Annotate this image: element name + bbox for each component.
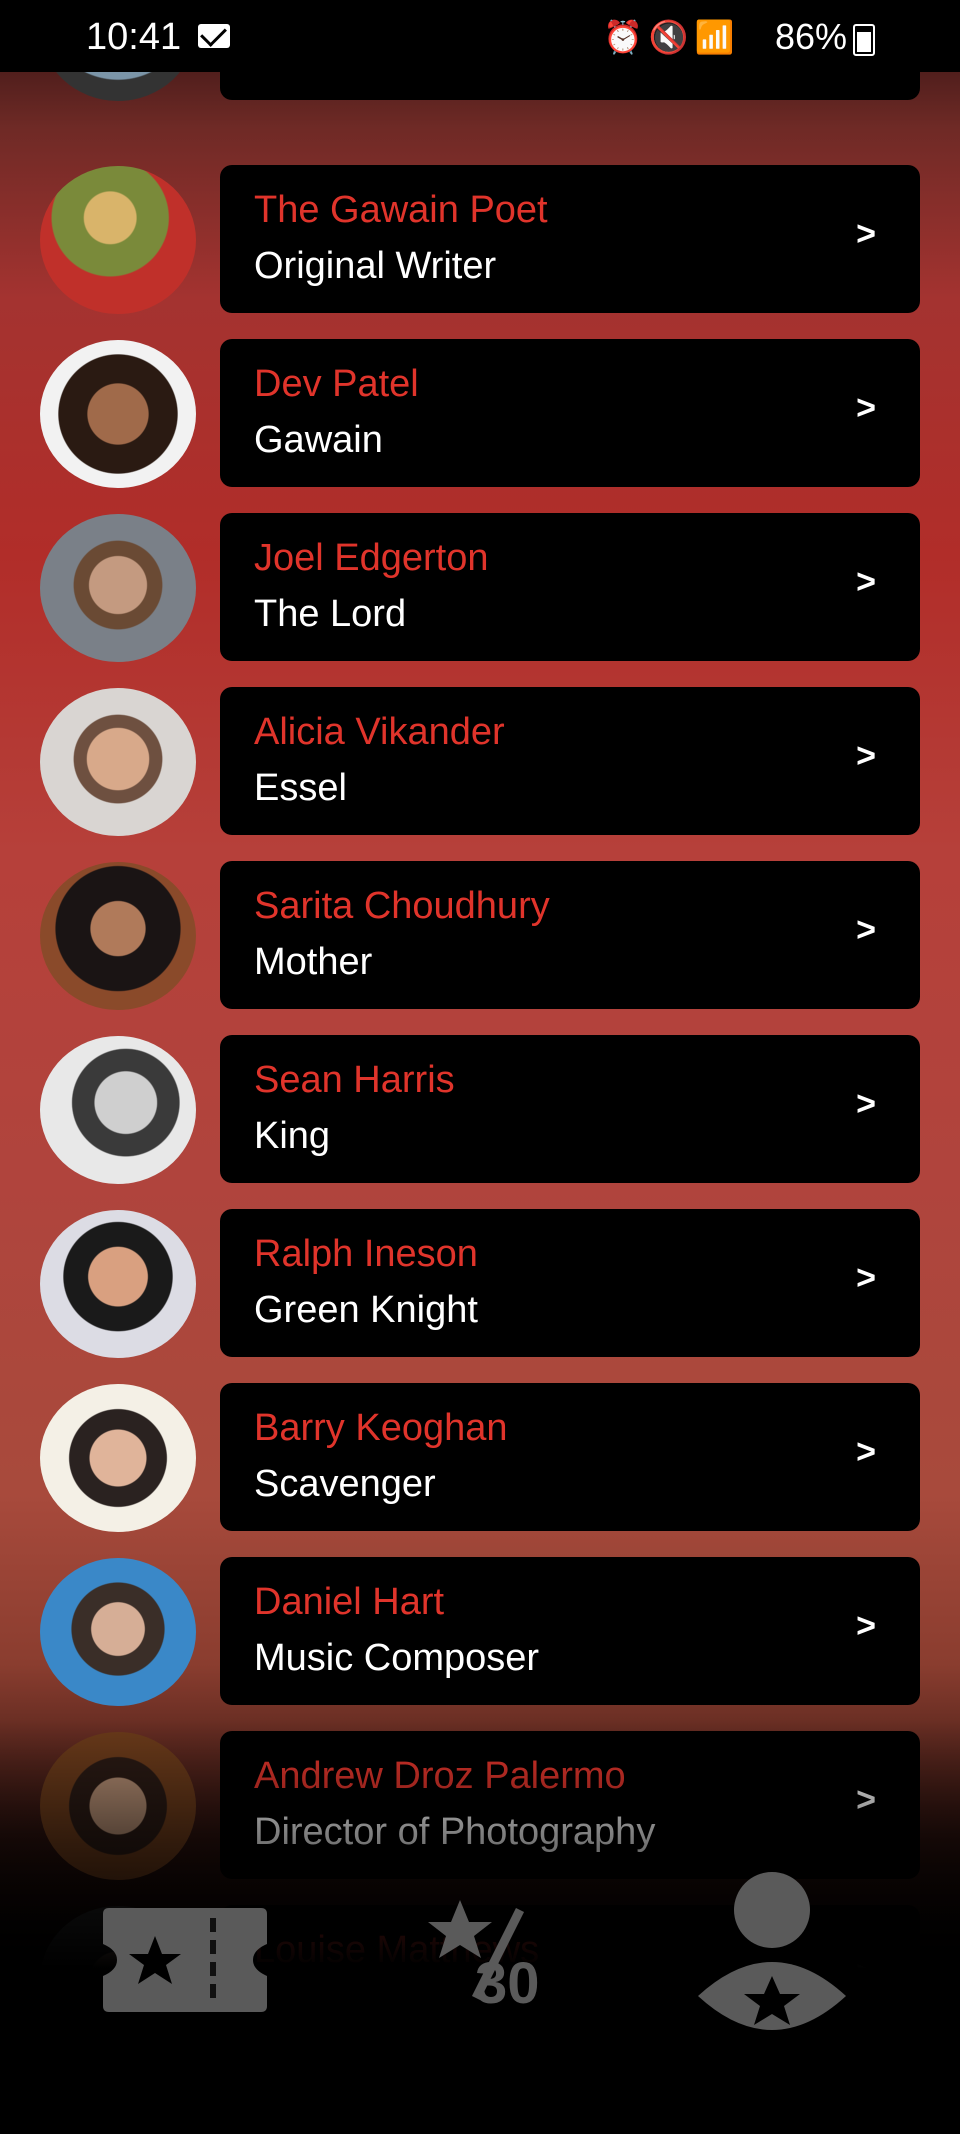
status-icons: ⏰🔇📶 <box>603 19 741 55</box>
chevron-right-icon: > <box>856 1259 876 1297</box>
chevron-right-icon: > <box>856 911 876 949</box>
person-role: Essel <box>254 767 347 809</box>
credit-card[interactable]: Daniel Hart Music Composer > <box>220 1557 920 1705</box>
credit-row[interactable]: Sean Harris King > <box>0 1035 960 1185</box>
credit-card[interactable]: Andrew Droz Palermo Director of Photogra… <box>220 1731 920 1879</box>
person-name: Alicia Vikander <box>254 711 505 753</box>
credit-row[interactable]: Andrew Droz Palermo Director of Photogra… <box>0 1731 960 1881</box>
credit-row[interactable]: Sarita Choudhury Mother > <box>0 861 960 1011</box>
credit-row[interactable]: Daniel Hart Music Composer > <box>0 1557 960 1707</box>
credit-row[interactable]: Joel Edgerton The Lord > <box>0 513 960 663</box>
tab-profile[interactable] <box>670 1860 910 2040</box>
person-role: Director of Photography <box>254 1811 656 1853</box>
credit-card[interactable]: Joel Edgerton The Lord > <box>220 513 920 661</box>
tab-watchlist[interactable] <box>90 1860 330 2040</box>
avatar <box>40 1732 196 1880</box>
person-role: Green Knight <box>254 1289 478 1331</box>
credit-card[interactable]: Sarita Choudhury Mother > <box>220 861 920 1009</box>
person-name: Daniel Hart <box>254 1581 445 1623</box>
avatar <box>40 1036 196 1184</box>
status-time: 10:41 <box>86 16 182 58</box>
credit-card[interactable]: Dev Patel Gawain > <box>220 339 920 487</box>
chevron-right-icon: > <box>856 563 876 601</box>
person-name: Joel Edgerton <box>254 537 489 579</box>
person-role: Music Composer <box>254 1637 540 1679</box>
person-name: Sean Harris <box>254 1059 455 1101</box>
mail-icon <box>198 24 230 48</box>
person-name: Sarita Choudhury <box>254 885 550 927</box>
status-bar: 10:41 ⏰🔇📶 86% <box>0 0 960 72</box>
credit-card[interactable]: Barry Keoghan Scavenger > <box>220 1383 920 1531</box>
tab-ratings[interactable]: 30 <box>380 1860 620 2040</box>
person-name: The Gawain Poet <box>254 189 548 231</box>
person-role: Gawain <box>254 419 383 461</box>
chevron-right-icon: > <box>856 1607 876 1645</box>
person-role: The Lord <box>254 593 407 635</box>
credit-row[interactable]: Dev Patel Gawain > <box>0 339 960 489</box>
credit-card[interactable]: The Gawain Poet Original Writer > <box>220 165 920 313</box>
credit-row[interactable]: Alicia Vikander Essel > <box>0 687 960 837</box>
avatar <box>40 340 196 488</box>
person-role: King <box>254 1115 331 1157</box>
profile-icon <box>698 1872 846 2030</box>
person-role: Original Writer <box>254 245 497 287</box>
credit-card[interactable]: Ralph Ineson Green Knight > <box>220 1209 920 1357</box>
battery-icon <box>853 24 875 56</box>
person-role: Scavenger <box>254 1463 436 1505</box>
avatar <box>40 1210 196 1358</box>
credit-row[interactable]: Barry Keoghan Scavenger > <box>0 1383 960 1533</box>
avatar <box>40 514 196 662</box>
person-name: Andrew Droz Palermo <box>254 1755 626 1797</box>
avatar <box>40 1558 196 1706</box>
ticket-icon <box>103 1908 267 2012</box>
credit-row[interactable]: Ralph Ineson Green Knight > <box>0 1209 960 1359</box>
chevron-right-icon: > <box>856 215 876 253</box>
person-role: Mother <box>254 941 373 983</box>
credit-card[interactable]: Sean Harris King > <box>220 1035 920 1183</box>
chevron-right-icon: > <box>856 1085 876 1123</box>
avatar <box>40 862 196 1010</box>
chevron-right-icon: > <box>856 737 876 775</box>
battery-percent: 86% <box>775 16 848 57</box>
chevron-right-icon: > <box>856 1781 876 1819</box>
person-name: Dev Patel <box>254 363 419 405</box>
person-name: Barry Keoghan <box>254 1407 508 1449</box>
chevron-right-icon: > <box>856 1433 876 1471</box>
avatar <box>40 1384 196 1532</box>
credit-row[interactable]: The Gawain Poet Original Writer > <box>0 165 960 315</box>
rating-total: 30 <box>475 1951 540 2016</box>
chevron-right-icon: > <box>856 389 876 427</box>
person-name: Ralph Ineson <box>254 1233 478 1275</box>
avatar <box>40 166 196 314</box>
tab-bar: 30 <box>0 1860 960 2040</box>
avatar <box>40 688 196 836</box>
credit-card[interactable]: Alicia Vikander Essel > <box>220 687 920 835</box>
